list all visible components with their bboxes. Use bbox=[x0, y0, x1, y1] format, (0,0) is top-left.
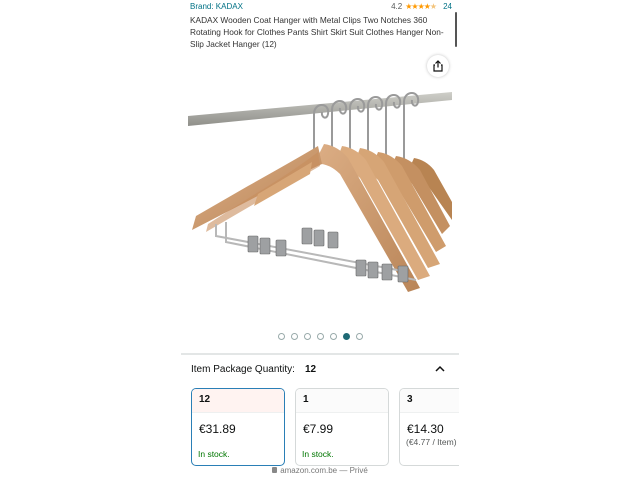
private-mode-label: — Privé bbox=[339, 466, 368, 475]
review-count[interactable]: 24 bbox=[443, 2, 452, 11]
option-card-12[interactable]: 12 €31.89 In stock. bbox=[191, 388, 285, 466]
quantity-value: 12 bbox=[305, 364, 317, 375]
share-button[interactable] bbox=[427, 55, 449, 77]
option-price: €14.30 bbox=[407, 422, 444, 436]
rating-summary[interactable]: 4.2 ★★★★★ 24 bbox=[391, 2, 452, 11]
option-card-3[interactable]: 3 €14.30 (€4.77 / Item) bbox=[399, 388, 459, 466]
carousel-dot[interactable] bbox=[329, 333, 337, 340]
product-header: Brand: KADAX 4.2 ★★★★★ 24 bbox=[190, 2, 452, 14]
url-text: amazon.com.be bbox=[280, 466, 338, 475]
image-carousel-indicators bbox=[181, 333, 459, 340]
rating-value: 4.2 bbox=[391, 2, 403, 11]
star-rating-icon: ★★★★★ bbox=[405, 2, 437, 11]
carousel-dot[interactable] bbox=[355, 333, 363, 340]
option-unit-price: (€4.77 / Item) bbox=[406, 437, 457, 447]
carousel-dot[interactable] bbox=[303, 333, 311, 340]
option-stock: In stock. bbox=[198, 449, 230, 459]
option-price: €31.89 bbox=[199, 422, 236, 436]
option-stock: In stock. bbox=[302, 449, 334, 459]
brand-link[interactable]: Brand: KADAX bbox=[190, 2, 243, 11]
carousel-dot[interactable] bbox=[316, 333, 324, 340]
product-title: KADAX Wooden Coat Hanger with Metal Clip… bbox=[190, 15, 444, 50]
carousel-dot[interactable] bbox=[290, 333, 298, 340]
option-price: €7.99 bbox=[303, 422, 334, 436]
option-card-1[interactable]: 1 €7.99 In stock. bbox=[295, 388, 389, 466]
scrollbar[interactable] bbox=[455, 12, 457, 47]
carousel-dot[interactable] bbox=[277, 333, 285, 340]
quantity-selector-header[interactable]: Item Package Quantity: 12 bbox=[191, 364, 447, 378]
product-page: Brand: KADAX 4.2 ★★★★★ 24 KADAX Wooden C… bbox=[181, 0, 459, 480]
carousel-dot-active[interactable] bbox=[342, 333, 350, 340]
product-image[interactable] bbox=[188, 66, 452, 316]
chevron-up-icon[interactable] bbox=[433, 362, 447, 376]
option-quantity: 3 bbox=[400, 389, 459, 413]
section-divider bbox=[181, 353, 459, 355]
share-icon bbox=[433, 60, 443, 72]
quantity-options: 12 €31.89 In stock. 1 €7.99 In stock. 3 … bbox=[191, 388, 459, 468]
option-quantity: 1 bbox=[296, 389, 388, 413]
lock-icon bbox=[272, 467, 278, 473]
option-quantity: 12 bbox=[192, 389, 284, 413]
quantity-label: Item Package Quantity: bbox=[191, 364, 295, 375]
browser-url-bar[interactable]: amazon.com.be — Privé bbox=[181, 466, 459, 475]
